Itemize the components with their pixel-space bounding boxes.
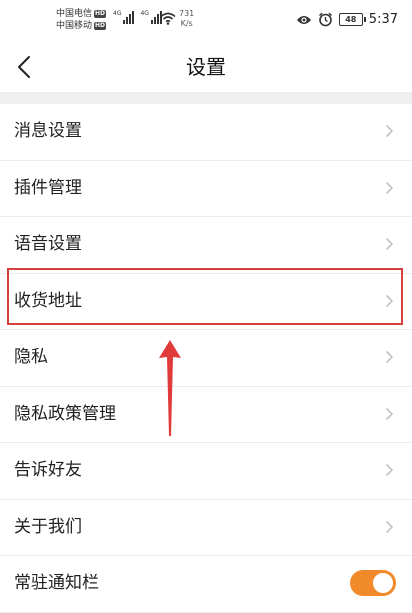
settings-item-privacy-policy[interactable]: 隐私政策管理 [0,386,412,443]
carrier-1-label: 中国电信 [56,9,93,19]
settings-item-label: 关于我们 [14,516,82,537]
signal-2-type: 4G [140,10,149,17]
settings-item-label: 消息设置 [14,121,82,141]
chevron-right-icon [385,407,394,420]
chevron-right-icon [385,237,394,251]
wifi-icon [160,12,176,25]
network-speed-value: 731 [179,9,195,18]
hd-badge: HD [94,10,107,18]
clock: 5:37 [368,12,398,27]
settings-item-label: 隐私政策管理 [14,403,116,424]
network-speed: 731 K/s [179,9,194,29]
settings-item-voice[interactable]: 语音设置 [0,217,412,274]
hd-badge: HD [94,22,107,30]
alarm-icon [318,12,332,27]
eye-icon [296,15,311,24]
chevron-right-icon [385,181,394,194]
signal-1-type: 4G [113,10,122,17]
settings-item-tell-friends[interactable]: 告诉好友 [0,443,412,500]
settings-item-label: 插件管理 [14,177,82,198]
chevron-right-icon [385,294,394,307]
signal-icon: 4G [140,10,162,24]
settings-item-privacy[interactable]: 隐私 [0,330,412,387]
settings-item-about-us[interactable]: 关于我们 [0,499,412,556]
app-bar: 设置 [0,42,412,92]
toggle-knob [373,573,393,593]
carrier-2-label: 中国移动 [56,21,93,31]
signal-icon: 4G [113,10,135,24]
chevron-right-icon [385,520,394,533]
up-arrow-annotation [159,340,181,436]
settings-item-label: 隐私 [14,347,48,367]
chevron-right-icon [385,124,394,138]
battery-level: 48 [345,15,357,24]
settings-item-message[interactable]: 消息设置 [0,104,412,161]
settings-item-persistent-notification: 常驻通知栏 [0,556,412,613]
settings-item-label: 告诉好友 [14,460,82,480]
network-speed-unit: K/s [180,19,193,28]
settings-item-label: 收货地址 [14,290,82,311]
chevron-right-icon [385,463,394,477]
signal-indicators: 4G 4G [113,10,162,24]
settings-item-label: 语音设置 [14,234,82,254]
settings-item-shipping-address[interactable]: 收货地址 [0,273,412,330]
section-divider [0,92,412,104]
chevron-right-icon [385,350,394,364]
settings-item-plugins[interactable]: 插件管理 [0,160,412,217]
settings-item-label: 常驻通知栏 [14,573,99,593]
settings-list: 消息设置 插件管理 语音设置 收货地址 隐私 隐私政策管理 告诉好友 关于我们 … [0,104,412,613]
battery-icon: 48 [338,13,366,26]
status-bar: 中国电信 HD 中国移动 HD 4G 4G 731 K/s 48 5:37 [0,0,412,42]
notification-toggle[interactable] [350,570,396,596]
carrier-info: 中国电信 HD 中国移动 HD [56,8,107,32]
page-title: 设置 [186,55,226,79]
